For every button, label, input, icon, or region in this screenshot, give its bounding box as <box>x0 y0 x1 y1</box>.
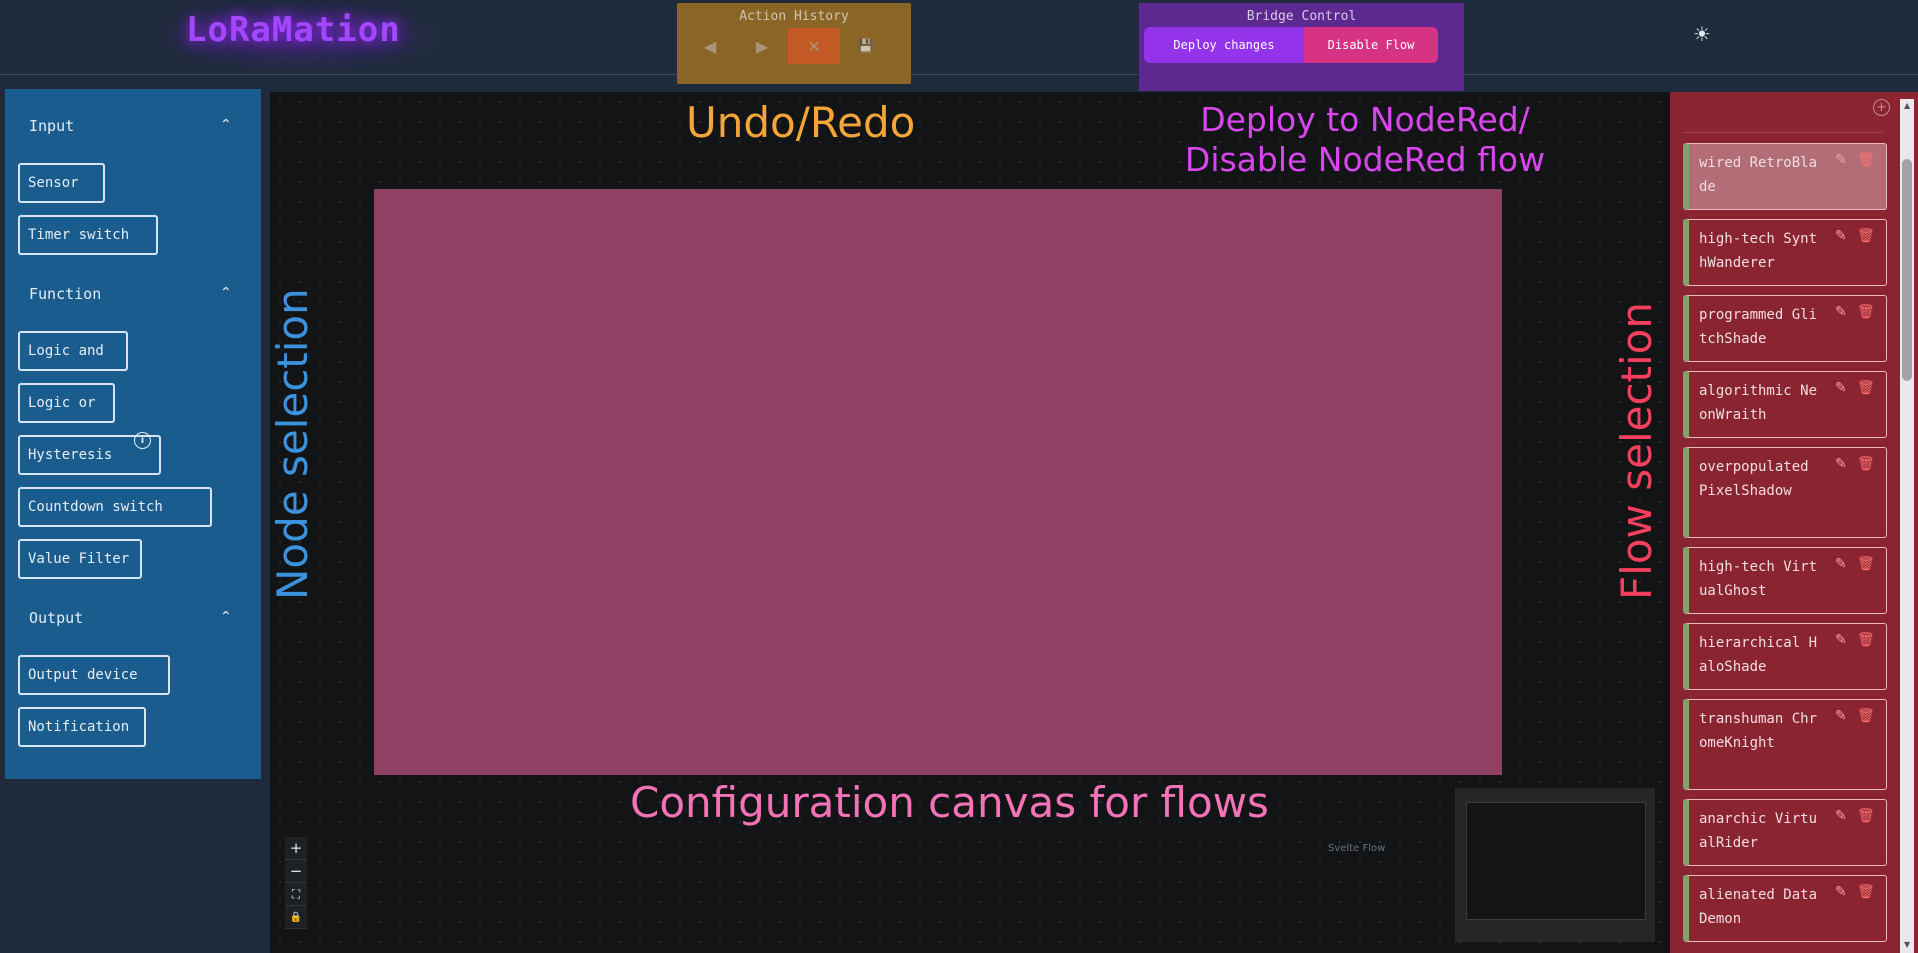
minimap[interactable] <box>1455 788 1655 942</box>
zoom-in-button[interactable]: + <box>285 837 307 860</box>
flow-name: high-tech SynthWanderer <box>1699 231 1818 271</box>
save-icon: 💾 <box>857 38 875 54</box>
trash-icon[interactable]: 🗑 <box>1857 884 1875 900</box>
flow-name: algorithmic NeonWraith <box>1699 383 1818 423</box>
flow-item[interactable]: transhuman ChromeKnight ✎ 🗑 <box>1683 699 1887 790</box>
x-icon: ✕ <box>807 36 821 56</box>
annotation-deploy-line2: Disable NodeRed flow <box>1184 140 1546 179</box>
app-logo: LoRaMation <box>186 10 401 50</box>
flow-item[interactable]: alienated DataDemon ✎ 🗑 <box>1683 875 1887 942</box>
add-flow-icon[interactable]: + <box>1873 99 1890 116</box>
node-value-filter[interactable]: Value Filter <box>18 539 142 579</box>
flow-name: alienated DataDemon <box>1699 887 1818 927</box>
disable-flow-button[interactable]: Disable Flow <box>1304 27 1438 63</box>
lock-button[interactable]: 🔒 <box>285 906 307 929</box>
bridge-control-title: Bridge Control <box>1246 9 1357 24</box>
info-icon[interactable]: i <box>134 432 151 449</box>
minimap-viewport <box>1466 802 1646 920</box>
undo-button[interactable]: ◀ <box>684 28 736 64</box>
flow-item[interactable]: high-tech SynthWanderer ✎ 🗑 <box>1683 219 1887 286</box>
flow-name: transhuman ChromeKnight <box>1699 711 1818 751</box>
flow-name: high-tech VirtualGhost <box>1699 559 1818 599</box>
canvas-highlight-area <box>374 189 1502 775</box>
redo-button[interactable]: ▶ <box>736 28 788 64</box>
node-logic-and[interactable]: Logic and <box>18 331 128 371</box>
node-countdown-switch[interactable]: Countdown switch <box>18 487 212 527</box>
sun-icon[interactable]: ☀ <box>1693 22 1711 46</box>
zoom-out-button[interactable]: − <box>285 860 307 883</box>
pencil-icon[interactable]: ✎ <box>1835 304 1847 320</box>
node-logic-or[interactable]: Logic or <box>18 383 115 423</box>
pencil-icon[interactable]: ✎ <box>1835 632 1847 648</box>
flow-item[interactable]: high-tech VirtualGhost ✎ 🗑 <box>1683 547 1887 614</box>
pencil-icon[interactable]: ✎ <box>1835 152 1847 168</box>
pencil-icon[interactable]: ✎ <box>1835 380 1847 396</box>
trash-icon[interactable]: 🗑 <box>1857 808 1875 824</box>
flow-name: wired RetroBlade <box>1699 155 1818 195</box>
flow-item[interactable]: anarchic VirtualRider ✎ 🗑 <box>1683 799 1887 866</box>
node-sensor[interactable]: Sensor <box>18 163 105 203</box>
scroll-down-icon[interactable]: ▼ <box>1904 940 1910 949</box>
pencil-icon[interactable]: ✎ <box>1835 808 1847 824</box>
deploy-changes-button[interactable]: Deploy changes <box>1144 27 1304 63</box>
discard-button[interactable]: ✕ <box>788 28 840 64</box>
trash-icon[interactable]: 🗑 <box>1857 228 1875 244</box>
trash-icon[interactable]: 🗑 <box>1857 152 1875 168</box>
bridge-control-panel: Bridge Control Deploy changes Disable Fl… <box>1139 3 1464 91</box>
pencil-icon[interactable]: ✎ <box>1835 884 1847 900</box>
scrollbar-thumb[interactable] <box>1902 159 1912 381</box>
chevron-up-icon[interactable]: ⌃ <box>220 285 232 301</box>
flow-item[interactable]: wired RetroBlade ✎ 🗑 <box>1683 143 1887 210</box>
fit-view-button[interactable]: ⛶ <box>285 883 307 906</box>
trash-icon[interactable]: 🗑 <box>1857 456 1875 472</box>
flow-item[interactable]: hierarchical HaloShade ✎ 🗑 <box>1683 623 1887 690</box>
node-selection-panel: Input ⌃ Sensor Timer switch Function ⌃ L… <box>5 89 261 779</box>
caret-right-icon: ▶ <box>755 36 769 56</box>
annotation-canvas: Configuration canvas for flows <box>630 778 1269 827</box>
node-notification[interactable]: Notification <box>18 707 146 747</box>
annotation-flow-selection: Flow selection <box>1612 302 1661 600</box>
flow-list-scrollbar[interactable] <box>1900 99 1914 953</box>
trash-icon[interactable]: 🗑 <box>1857 708 1875 724</box>
scroll-up-icon[interactable]: ▲ <box>1904 101 1910 110</box>
chevron-up-icon[interactable]: ⌃ <box>220 117 232 133</box>
pencil-icon[interactable]: ✎ <box>1835 708 1847 724</box>
section-function-title[interactable]: Function <box>29 285 101 303</box>
trash-icon[interactable]: 🗑 <box>1857 304 1875 320</box>
annotation-deploy: Deploy to NodeRed/ Disable NodeRed flow <box>1180 100 1550 180</box>
flow-name: overpopulated PixelShadow <box>1699 459 1809 499</box>
trash-icon[interactable]: 🗑 <box>1857 556 1875 572</box>
trash-icon[interactable]: 🗑 <box>1857 380 1875 396</box>
trash-icon[interactable]: 🗑 <box>1857 632 1875 648</box>
node-output-device[interactable]: Output device <box>18 655 170 695</box>
node-timer-switch[interactable]: Timer switch <box>18 215 158 255</box>
annotation-node-selection: Node selection <box>268 288 317 600</box>
flow-name: hierarchical HaloShade <box>1699 635 1818 675</box>
pencil-icon[interactable]: ✎ <box>1835 228 1847 244</box>
divider <box>1683 132 1883 133</box>
section-output-title[interactable]: Output <box>29 609 83 627</box>
pencil-icon[interactable]: ✎ <box>1835 556 1847 572</box>
annotation-deploy-line1: Deploy to NodeRed/ <box>1200 100 1530 139</box>
chevron-up-icon[interactable]: ⌃ <box>220 609 232 625</box>
action-history-panel: Action History ◀ ▶ ✕ 💾 <box>677 3 911 84</box>
svelte-flow-attribution[interactable]: Svelte Flow <box>1328 843 1385 854</box>
caret-left-icon: ◀ <box>703 36 717 56</box>
action-history-title: Action History <box>739 9 849 24</box>
annotation-undo-redo: Undo/Redo <box>686 98 916 147</box>
flow-item[interactable]: overpopulated PixelShadow ✎ 🗑 <box>1683 447 1887 538</box>
section-input-title[interactable]: Input <box>29 117 74 135</box>
flow-name: anarchic VirtualRider <box>1699 811 1818 851</box>
flow-item[interactable]: algorithmic NeonWraith ✎ 🗑 <box>1683 371 1887 438</box>
save-button[interactable]: 💾 <box>840 28 892 64</box>
flow-item[interactable]: programmed GlitchShade ✎ 🗑 <box>1683 295 1887 362</box>
flow-name: programmed GlitchShade <box>1699 307 1818 347</box>
pencil-icon[interactable]: ✎ <box>1835 456 1847 472</box>
